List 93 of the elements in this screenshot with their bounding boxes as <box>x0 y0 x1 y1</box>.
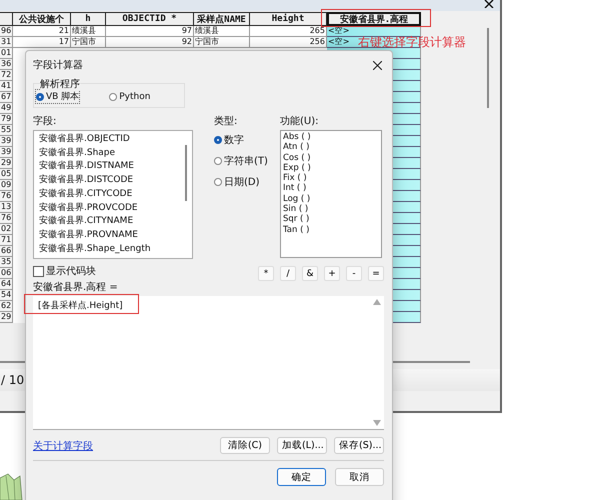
table-cell: 绩溪县 <box>194 26 250 37</box>
table-cell: 01 <box>0 48 13 59</box>
table-cell: 256 <box>250 37 327 48</box>
function-item[interactable]: Int ( ) <box>283 183 379 194</box>
function-item[interactable]: Sin ( ) <box>283 204 379 214</box>
dialog-button[interactable]: 确定 <box>277 468 326 486</box>
table-cell: 绩溪县 <box>71 26 106 37</box>
dialog-button[interactable]: 保存(S)... <box>334 437 384 454</box>
radio-option[interactable]: 日期(D) <box>214 175 280 189</box>
operator-button[interactable]: - <box>346 266 362 281</box>
table-cell: 72 <box>0 70 13 81</box>
column-header[interactable]: 公共设施个 <box>13 12 71 26</box>
field-item[interactable]: 安徽省县界.CITYNAME <box>39 215 192 229</box>
dialog-button[interactable]: 清除(C) <box>220 437 270 454</box>
function-item[interactable]: Exp ( ) <box>283 162 379 174</box>
expression-label: 安徽省县界.高程 = <box>33 280 118 294</box>
operator-button[interactable]: + <box>324 266 340 281</box>
operator-button[interactable]: * <box>258 266 274 281</box>
table-cell: 09 <box>0 180 13 191</box>
table-cell: 67 <box>0 92 13 103</box>
table-cell: 06 <box>0 268 13 279</box>
group-label: 解析程序 <box>40 77 80 91</box>
help-link[interactable]: 关于计算字段 <box>33 438 93 452</box>
column-header[interactable]: 安徽省县界.高程 <box>327 12 421 26</box>
operator-button[interactable]: / <box>280 266 296 281</box>
type-label: 类型: <box>214 114 238 128</box>
table-cell: 92 <box>106 37 194 48</box>
table-cell: 17 <box>13 37 71 48</box>
table-cell: 13 <box>0 202 13 213</box>
column-header[interactable]: Height <box>250 12 327 26</box>
fields-label: 字段: <box>33 114 56 128</box>
field-item[interactable]: 安徽省县界.Shape_Length <box>39 242 192 256</box>
function-list[interactable]: Abs ( ) Atn ( ) Cos ( ) Exp ( ) Fix ( ) Int ( ) Log ( ) Sin ( ) Sqr ( ) Tan ( ) <box>280 130 382 258</box>
table-cell: 64 <box>0 279 13 290</box>
table-cell: 36 <box>0 59 13 70</box>
radio-option[interactable]: VB 脚本 <box>36 90 80 103</box>
field-item[interactable]: 安徽省县界.PROVCODE <box>39 202 192 216</box>
function-item[interactable]: Cos ( ) <box>283 152 379 163</box>
functions-label: 功能(U): <box>280 114 318 128</box>
field-item[interactable]: 安徽省县界.PROVNAME <box>39 228 192 243</box>
table-cell: 02 <box>0 224 13 235</box>
table-cell: 宁国市 <box>194 37 250 48</box>
table-cell: 35 <box>0 257 13 268</box>
function-item[interactable]: Abs ( ) <box>283 132 379 142</box>
operator-button[interactable]: & <box>302 266 318 281</box>
dialog-button[interactable]: 加载(L)... <box>277 437 327 454</box>
table-cell: 265 <box>250 26 327 37</box>
field-item[interactable]: 安徽省县界.DISTNAME <box>39 160 192 174</box>
table-cell: 71 <box>0 235 13 246</box>
function-item[interactable]: Tan ( ) <box>283 224 379 235</box>
radio-option[interactable]: 字符串(T) <box>214 154 280 168</box>
function-item[interactable]: Atn ( ) <box>283 142 379 153</box>
field-list[interactable]: 安徽省县界.OBJECTID 安徽省县界.Shape 安徽省县界.DISTNAME 安徽省县界.DISTCODE 安徽省县界.CITYCODE 安徽省县界.PROVCODE 安徽省县界.CITYNAME 安徽省县界.PROVNAME 安徽省县界.Shape_Length <box>33 130 193 259</box>
table-cell: 29 <box>0 312 13 323</box>
table-cell: 97 <box>106 26 194 37</box>
table-cell: 66 <box>0 246 13 257</box>
table-cell: 39 <box>0 147 13 158</box>
field-item[interactable]: 安徽省县界.CITYCODE <box>39 188 192 202</box>
expression-text: [各县采样点.Height] <box>38 300 123 312</box>
field-item[interactable]: 安徽省县界.DISTCODE <box>39 174 192 188</box>
radio-option[interactable]: 数字 <box>214 133 280 147</box>
function-item[interactable]: Log ( ) <box>283 194 379 204</box>
table-cell: 31 <box>0 37 13 48</box>
dialog-title: 字段计算器 <box>33 58 83 72</box>
function-item[interactable]: Fix ( ) <box>283 173 379 184</box>
table-cell: 79 <box>0 114 13 125</box>
column-header[interactable]: 采样点NAME <box>194 12 250 26</box>
record-count: / 10 <box>1 373 24 387</box>
table-cell: 55 <box>0 125 13 136</box>
table-cell: 76 <box>0 191 13 202</box>
table-cell: 宁国市 <box>71 37 106 48</box>
radio-option[interactable]: Python <box>109 90 150 103</box>
column-header[interactable]: h <box>71 12 106 26</box>
field-item[interactable]: 安徽省县界.Shape <box>39 146 192 160</box>
annotation-text: 右键选择字段计算器 <box>358 34 466 51</box>
expression-field[interactable]: [各县采样点.Height] <box>33 296 384 430</box>
table-cell: 39 <box>0 136 13 147</box>
table-cell: 41 <box>0 81 13 92</box>
table-cell: 96 <box>0 26 13 37</box>
table-cell: 21 <box>13 26 71 37</box>
table-cell: 76 <box>0 213 13 224</box>
field-item[interactable]: 安徽省县界.OBJECTID <box>39 133 192 147</box>
dialog-button[interactable]: 取消 <box>335 468 384 486</box>
table-cell: 54 <box>0 290 13 301</box>
column-header[interactable]: OBJECTID * <box>106 12 194 26</box>
table-cell: 29 <box>0 158 13 169</box>
function-item[interactable]: Sqr ( ) <box>283 214 379 225</box>
table-cell: 05 <box>0 169 13 180</box>
table-cell: 49 <box>0 103 13 114</box>
checkbox-option[interactable]: 显示代码块 <box>33 264 96 278</box>
table-cell: <空> <box>327 26 421 37</box>
operator-button[interactable]: = <box>368 266 384 281</box>
table-cell: 62 <box>0 301 13 312</box>
